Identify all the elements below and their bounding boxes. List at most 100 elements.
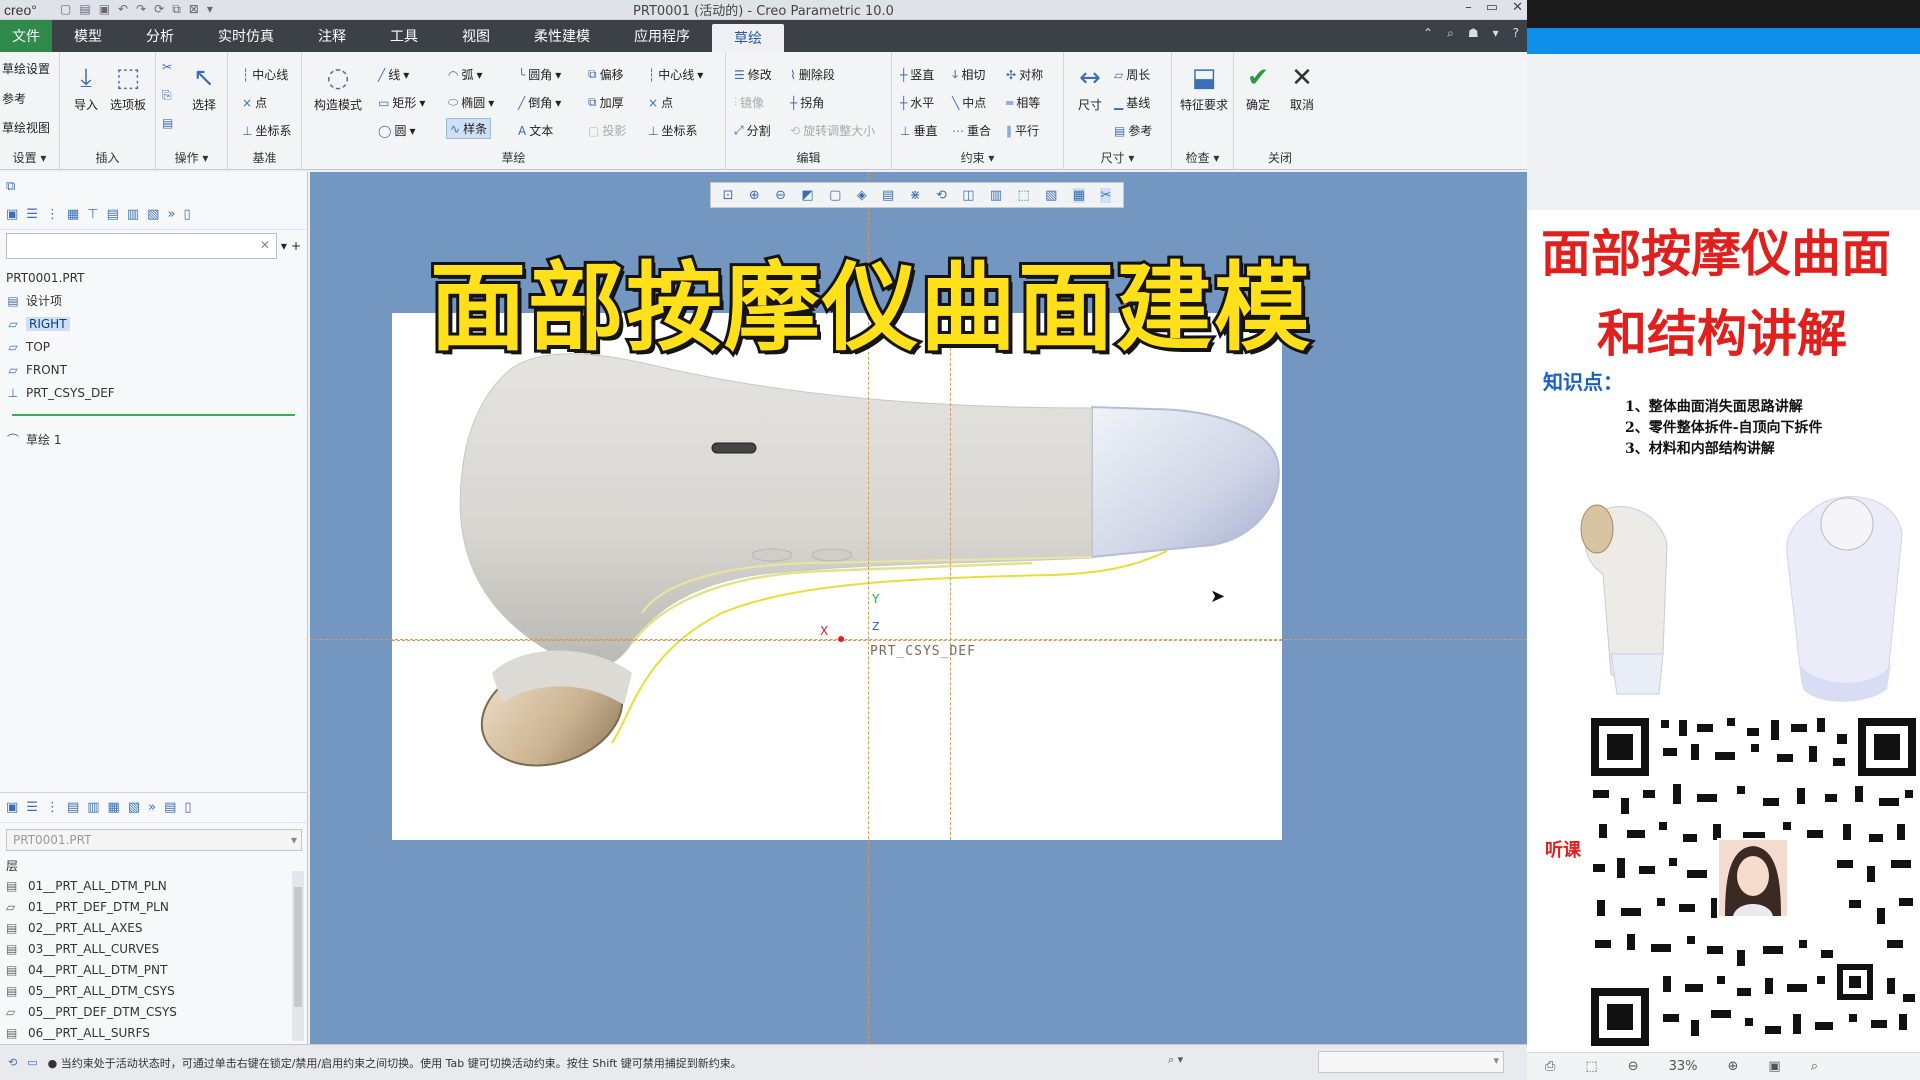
arc-button[interactable]: ◠ 弧 ▾ (448, 66, 483, 83)
sketcher-display-icon[interactable]: ▦ (1072, 187, 1086, 203)
tree-item-sketch[interactable]: ⌒ 草绘 1 (6, 428, 301, 451)
windows-icon[interactable]: ⧉ (172, 2, 181, 17)
group-constrain-label[interactable]: 约束 ▾ (892, 149, 1063, 166)
more-icon[interactable]: » (148, 800, 156, 815)
group-dimension-label[interactable]: 尺寸 ▾ (1064, 149, 1171, 166)
collapse-ribbon-icon[interactable]: ⌃ (1423, 26, 1433, 41)
tree-settings-icon[interactable]: ▤ (107, 207, 119, 222)
full-screen-icon[interactable]: ▭ (27, 1056, 37, 1069)
feature-requirements-button[interactable]: ⬓ 特征要求 (1178, 60, 1230, 113)
layer-item[interactable]: ▤ 04__PRT_ALL_DTM_PNT (6, 959, 302, 980)
sketch-view-icon[interactable]: ⬚ (1017, 188, 1029, 203)
baseline-button[interactable]: ▁ 基线 (1114, 94, 1150, 111)
datum-point-button[interactable]: × 点 (242, 94, 267, 111)
tab-tools[interactable]: 工具 (368, 20, 440, 52)
add-icon[interactable]: + (291, 239, 301, 253)
zoom-in-icon[interactable]: ⊕ (1728, 1059, 1739, 1074)
layer-item[interactable]: ▱ 05__PRT_DEF_DTM_CSYS (6, 1001, 302, 1022)
layers-icon[interactable]: ▧ (147, 207, 159, 222)
tree-item-right[interactable]: ▱ RIGHT (6, 312, 301, 335)
sketcher-constraints-icon[interactable]: ✂ (1100, 187, 1112, 203)
saved-orientations-icon[interactable]: ▢ (829, 188, 841, 203)
construction-mode-button[interactable]: ◌ 构造模式 (310, 60, 366, 113)
options-dropdown-icon[interactable]: ▾ (1493, 26, 1499, 41)
close-window-icon[interactable]: ⊠ (189, 2, 199, 17)
spin-center-icon[interactable]: ⟲ (936, 188, 947, 203)
zoom-out-icon[interactable]: ⊖ (1628, 1059, 1639, 1074)
tree-item-csys[interactable]: ⊥ PRT_CSYS_DEF (6, 381, 301, 404)
layer-scrollbar[interactable] (292, 871, 304, 1041)
notes-icon[interactable]: ▯ (184, 800, 191, 815)
layer-item[interactable]: ▤ 06__PRT_ALL_SURFS (6, 1022, 302, 1043)
layer-hide-icon[interactable]: ▦ (108, 800, 120, 815)
regenerate-icon[interactable]: ⟳ (154, 2, 164, 17)
reference-button[interactable]: ▤ 参考 (1114, 122, 1152, 139)
show-icon[interactable]: ▥ (127, 207, 139, 222)
display-style-icon[interactable]: ◈ (857, 188, 867, 203)
layer-list-icon[interactable]: ☰ (26, 800, 38, 815)
datum-centerline-button[interactable]: ┆ 中心线 (242, 66, 288, 83)
help-center-icon[interactable]: ☗ (1468, 26, 1479, 41)
tree-list-icon[interactable]: ☰ (26, 207, 38, 222)
references-button[interactable]: 参考 (2, 90, 26, 107)
layer-item[interactable]: ▱ 01__PRT_DEF_DTM_PLN (6, 896, 302, 917)
thicken-button[interactable]: ⧉ 加厚 (588, 94, 624, 111)
dimension-button[interactable]: ↔ 尺寸 (1068, 60, 1112, 113)
rectangle-button[interactable]: ▭ 矩形 ▾ (378, 94, 425, 111)
tree-filter-icon[interactable]: ⊤ (87, 207, 98, 222)
graphics-mode-icon[interactable]: ⟲ (8, 1056, 17, 1069)
horizontal-constraint-button[interactable]: ┼ 水平 (900, 94, 934, 111)
section-icon[interactable]: ▧ (1045, 188, 1057, 203)
tree-item-design-items[interactable]: ▤ 设计项 (6, 289, 301, 312)
tab-model[interactable]: 模型 (52, 20, 124, 52)
search-options-icon[interactable]: ▾ (281, 239, 287, 253)
midpoint-constraint-button[interactable]: ╲ 中点 (952, 94, 986, 111)
page-view-icon[interactable]: ▣ (1768, 1059, 1780, 1074)
tab-sketch[interactable]: 草绘 (712, 24, 784, 52)
layer-item[interactable]: ▤ 05__PRT_ALL_DTM_CSYS (6, 980, 302, 1001)
symmetric-constraint-button[interactable]: ✣ 对称 (1006, 66, 1043, 83)
repaint-icon[interactable]: ◩ (801, 188, 813, 203)
layer-model-select[interactable]: PRT0001.PRT ▾ (6, 829, 302, 851)
sketch-point-button[interactable]: × 点 (648, 94, 673, 111)
tree-root[interactable]: PRT0001.PRT (6, 266, 301, 289)
maximize-button[interactable]: ▭ (1486, 0, 1498, 15)
line-button[interactable]: ╱ 线 ▾ (378, 66, 409, 83)
text-button[interactable]: A 文本 (518, 122, 553, 139)
group-inspect-label[interactable]: 检查 ▾ (1172, 149, 1233, 166)
folder-tree-icon[interactable]: ⧉ (6, 179, 15, 194)
grid-icon[interactable]: ▦ (67, 207, 79, 222)
palette-button[interactable]: ⬚ 选项板 (106, 60, 150, 113)
tab-view[interactable]: 视图 (440, 20, 512, 52)
search-icon[interactable]: ⌕ (1811, 1059, 1818, 1074)
fillet-button[interactable]: ╰ 圆角 ▾ (518, 66, 561, 83)
layer-item[interactable]: ▤ 02__PRT_ALL_AXES (6, 917, 302, 938)
layer-item[interactable]: ▤ 01__PRT_ALL_DTM_PLN (6, 875, 302, 896)
delete-segment-button[interactable]: ⌇ 删除段 (790, 66, 835, 83)
tab-file[interactable]: 文件 (0, 20, 52, 52)
fit-page-icon[interactable]: ⬚ (1585, 1059, 1597, 1074)
coincident-constraint-button[interactable]: ⋯ 重合 (952, 122, 991, 139)
sketch-centerline-button[interactable]: ┆ 中心线 ▾ (648, 66, 703, 83)
zoom-in-icon[interactable]: ⊕ (749, 188, 760, 203)
qat-dropdown-icon[interactable]: ▾ (207, 2, 213, 17)
tree-item-front[interactable]: ▱ FRONT (6, 358, 301, 381)
notes-icon[interactable]: ▯ (183, 207, 190, 222)
datum-csys-button[interactable]: ⊥ 坐标系 (242, 122, 291, 139)
save-icon[interactable]: ▣ (99, 2, 110, 17)
more-icon[interactable]: » (167, 207, 175, 222)
select-button[interactable]: ↖ 选择 (182, 60, 226, 113)
annotation-display-icon[interactable]: ▥ (990, 188, 1002, 203)
chamfer-button[interactable]: ╱ 倒角 ▾ (518, 94, 561, 111)
sketch-csys-button[interactable]: ⊥ 坐标系 (648, 122, 697, 139)
refit-icon[interactable]: ⊡ (723, 188, 734, 203)
ok-button[interactable]: ✔ 确定 (1236, 60, 1280, 113)
project-button[interactable]: ▢ 投影 (588, 122, 626, 139)
circle-button[interactable]: ◯ 圆 ▾ (378, 122, 415, 139)
spline-button[interactable]: ∿ 样条 (446, 118, 492, 139)
perimeter-button[interactable]: ▱ 周长 (1114, 66, 1150, 83)
perpendicular-constraint-button[interactable]: ⊥ 垂直 (900, 122, 937, 139)
undo-icon[interactable]: ↶ (118, 2, 128, 17)
tab-annotate[interactable]: 注释 (296, 20, 368, 52)
layer-edit-icon[interactable]: ▥ (87, 800, 99, 815)
